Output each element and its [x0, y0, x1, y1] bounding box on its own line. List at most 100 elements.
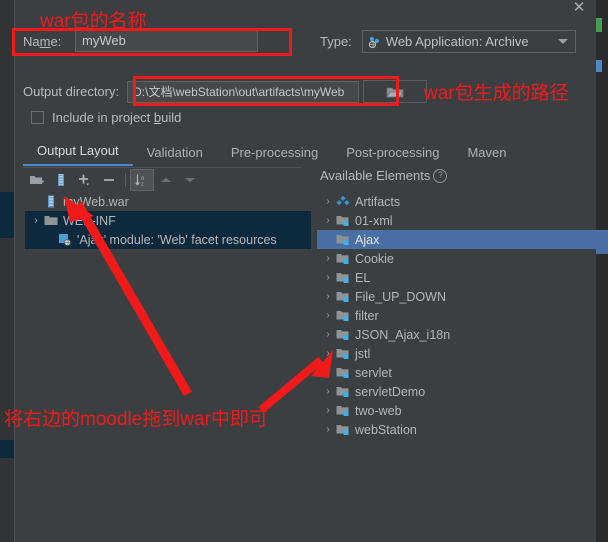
available-tree-row[interactable]: › 01-xml [317, 211, 608, 230]
tree-item-label: File_UP_DOWN [355, 289, 446, 304]
tree-item-label: Artifacts [355, 194, 401, 209]
tree-item-label: 01-xml [355, 213, 393, 228]
type-field-row: Type: Web Application: Archive [320, 30, 576, 53]
available-tree-row[interactable]: › two-web [317, 401, 608, 420]
tree-indent-spacer: › [43, 234, 57, 245]
output-layout-toolbar: a z [25, 168, 301, 192]
tree-indent-spacer: › [29, 196, 43, 207]
type-value: Web Application: Archive [385, 34, 529, 49]
available-tree-row[interactable]: › filter [317, 306, 608, 325]
plus-dropdown-icon[interactable] [73, 169, 97, 191]
chevron-right-icon[interactable]: › [321, 310, 335, 321]
available-tree-row[interactable]: › JSON_Ajax_i18n [317, 325, 608, 344]
module-icon [335, 385, 351, 399]
chevron-right-icon[interactable]: › [321, 291, 335, 302]
chevron-down-icon [557, 39, 568, 44]
tree-item-label: Ajax [355, 232, 380, 247]
folder-icon [43, 214, 59, 228]
archive-icon [43, 195, 59, 209]
output-tree-row[interactable]: › WEB-INF [25, 211, 311, 230]
tab-validation[interactable]: Validation [133, 143, 217, 166]
sort-alphabetically-icon[interactable]: a z [130, 169, 154, 191]
module-icon [335, 404, 351, 418]
available-tree-row[interactable]: › Ajax [317, 230, 608, 249]
help-icon[interactable]: ? [433, 168, 448, 183]
chevron-right-icon[interactable]: › [321, 367, 335, 378]
svg-text:z: z [141, 181, 144, 187]
add-directory-icon[interactable] [25, 169, 49, 191]
ide-marker-blue [596, 60, 602, 72]
chevron-right-icon[interactable]: › [321, 348, 335, 359]
close-icon[interactable]: ✕ [568, 0, 590, 18]
module-icon [335, 366, 351, 380]
tree-indent-spacer: › [321, 234, 335, 245]
module-icon [335, 290, 351, 304]
add-archive-icon[interactable] [49, 169, 73, 191]
ide-left-selection-lower [0, 440, 14, 458]
tree-item-label: webStation [355, 422, 417, 437]
chevron-right-icon[interactable]: › [321, 215, 335, 226]
available-tree-row[interactable]: › Cookie [317, 249, 608, 268]
web-facet-icon [57, 233, 73, 247]
available-tree-row[interactable]: › servletDemo [317, 382, 608, 401]
tree-item-label: filter [355, 308, 379, 323]
tab-output-layout[interactable]: Output Layout [23, 141, 133, 166]
tree-item-label: servlet [355, 365, 392, 380]
module-icon [335, 423, 351, 437]
annotation-drag-note: 将右边的moodle拖到war中即可 [4, 409, 268, 430]
output-tree-row[interactable]: › 'Ajax' module: 'Web' facet resources [25, 230, 311, 249]
output-tree-row[interactable]: › myWeb.war [25, 192, 311, 211]
tree-item-label: JSON_Ajax_i18n [355, 327, 451, 342]
ide-marker-green [596, 18, 602, 32]
available-tree-row[interactable]: › servlet [317, 363, 608, 382]
module-icon [335, 233, 351, 247]
include-in-project-build-label: Include in project build [52, 110, 182, 125]
available-tree-row[interactable]: › jstl [317, 344, 608, 363]
include-in-project-build-row[interactable]: Include in project build [31, 110, 181, 125]
tree-item-label: myWeb.war [63, 194, 129, 209]
type-dropdown[interactable]: Web Application: Archive [361, 30, 576, 53]
move-up-icon[interactable] [154, 169, 178, 191]
ide-left-selection-upper [0, 192, 14, 238]
chevron-right-icon[interactable]: › [321, 424, 335, 435]
tree-item-label: EL [355, 270, 371, 285]
toolbar-separator [125, 173, 126, 187]
available-elements-tree[interactable]: › Artifacts › 01-xml › Ajax › Cookie › EL › File_UP… [317, 192, 608, 450]
tree-item-label: servletDemo [355, 384, 426, 399]
annotation-name-note: war包的名称 [40, 11, 147, 32]
module-icon [335, 214, 351, 228]
available-tree-row[interactable]: › File_UP_DOWN [317, 287, 608, 306]
available-elements-title: Available Elements [320, 168, 431, 183]
tree-item-label: jstl [355, 346, 371, 361]
chevron-right-icon[interactable]: › [321, 329, 335, 340]
available-tree-row[interactable]: › Artifacts [317, 192, 608, 211]
move-down-icon[interactable] [178, 169, 202, 191]
settings-tabs: Output Layout Validation Pre-processing Pos… [23, 140, 589, 166]
module-icon [335, 309, 351, 323]
available-tree-row[interactable]: › webStation [317, 420, 608, 439]
artifacts-icon [335, 195, 351, 209]
web-archive-icon [367, 35, 381, 49]
minus-icon[interactable] [97, 169, 121, 191]
available-tree-row[interactable]: › EL [317, 268, 608, 287]
chevron-right-icon[interactable]: › [321, 253, 335, 264]
tree-item-label: two-web [355, 403, 402, 418]
chevron-right-icon[interactable]: › [321, 405, 335, 416]
include-in-project-build-checkbox[interactable] [31, 111, 44, 124]
tab-pre-processing[interactable]: Pre-processing [217, 143, 332, 166]
tree-item-label: Cookie [355, 251, 394, 266]
tree-item-label: WEB-INF [63, 213, 116, 228]
type-label: Type: [320, 34, 352, 49]
module-icon [335, 271, 351, 285]
tree-item-label: 'Ajax' module: 'Web' facet resources [77, 232, 277, 247]
annotation-path-note: war包生成的路径 [424, 83, 569, 104]
chevron-right-icon[interactable]: › [29, 215, 43, 226]
chevron-right-icon[interactable]: › [321, 196, 335, 207]
module-icon [335, 347, 351, 361]
annotation-box-path [133, 76, 399, 106]
available-elements-header: Available Elements ? [320, 168, 448, 183]
chevron-right-icon[interactable]: › [321, 272, 335, 283]
chevron-right-icon[interactable]: › [321, 386, 335, 397]
tab-maven[interactable]: Maven [453, 143, 520, 166]
tab-post-processing[interactable]: Post-processing [332, 143, 453, 166]
